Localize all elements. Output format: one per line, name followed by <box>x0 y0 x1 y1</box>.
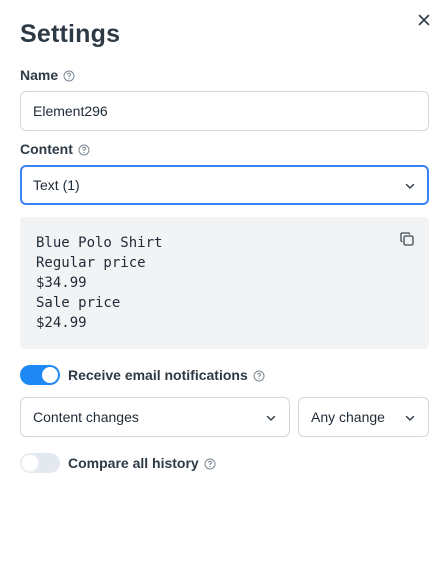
email-notifications-row: Receive email notifications <box>20 365 265 385</box>
page-title: Settings <box>20 20 121 48</box>
help-icon[interactable] <box>78 143 90 156</box>
content-preview: Blue Polo Shirt Regular price $34.99 Sal… <box>20 217 429 349</box>
name-input[interactable]: Element296 <box>20 91 429 131</box>
trigger-select[interactable]: Content changes <box>20 397 290 437</box>
settings-panel: Settings Name Element296 Content Text (1… <box>0 0 436 585</box>
chevron-down-icon <box>404 411 416 423</box>
close-icon[interactable] <box>414 10 434 30</box>
content-label: Content <box>20 141 73 157</box>
name-label: Name <box>20 67 59 83</box>
change-type-select-value: Any change <box>311 409 385 425</box>
preview-line: Regular price <box>36 255 146 271</box>
toggle-knob <box>42 367 58 383</box>
preview-line: $24.99 <box>36 315 87 331</box>
content-label-row: Content <box>20 141 90 157</box>
chevron-down-icon <box>404 179 416 191</box>
compare-history-label: Compare all history <box>68 455 199 471</box>
preview-line: Blue Polo Shirt <box>36 235 163 251</box>
toggle-knob <box>22 455 38 471</box>
preview-line: $34.99 <box>36 275 87 291</box>
compare-history-row: Compare all history <box>20 453 216 473</box>
chevron-down-icon <box>265 411 277 423</box>
compare-history-toggle[interactable] <box>20 453 60 473</box>
name-label-row: Name <box>20 67 75 83</box>
preview-text: Blue Polo Shirt Regular price $34.99 Sal… <box>36 233 413 333</box>
help-icon[interactable] <box>204 457 216 470</box>
help-icon[interactable] <box>253 369 265 382</box>
email-notifications-label: Receive email notifications <box>68 367 248 383</box>
change-type-select[interactable]: Any change <box>298 397 429 437</box>
preview-line: Sale price <box>36 295 121 311</box>
email-notifications-toggle[interactable] <box>20 365 60 385</box>
help-icon[interactable] <box>63 69 75 82</box>
content-select-value: Text (1) <box>33 177 80 193</box>
trigger-select-value: Content changes <box>33 409 139 425</box>
content-select[interactable]: Text (1) <box>20 165 429 205</box>
copy-icon[interactable] <box>399 231 415 247</box>
